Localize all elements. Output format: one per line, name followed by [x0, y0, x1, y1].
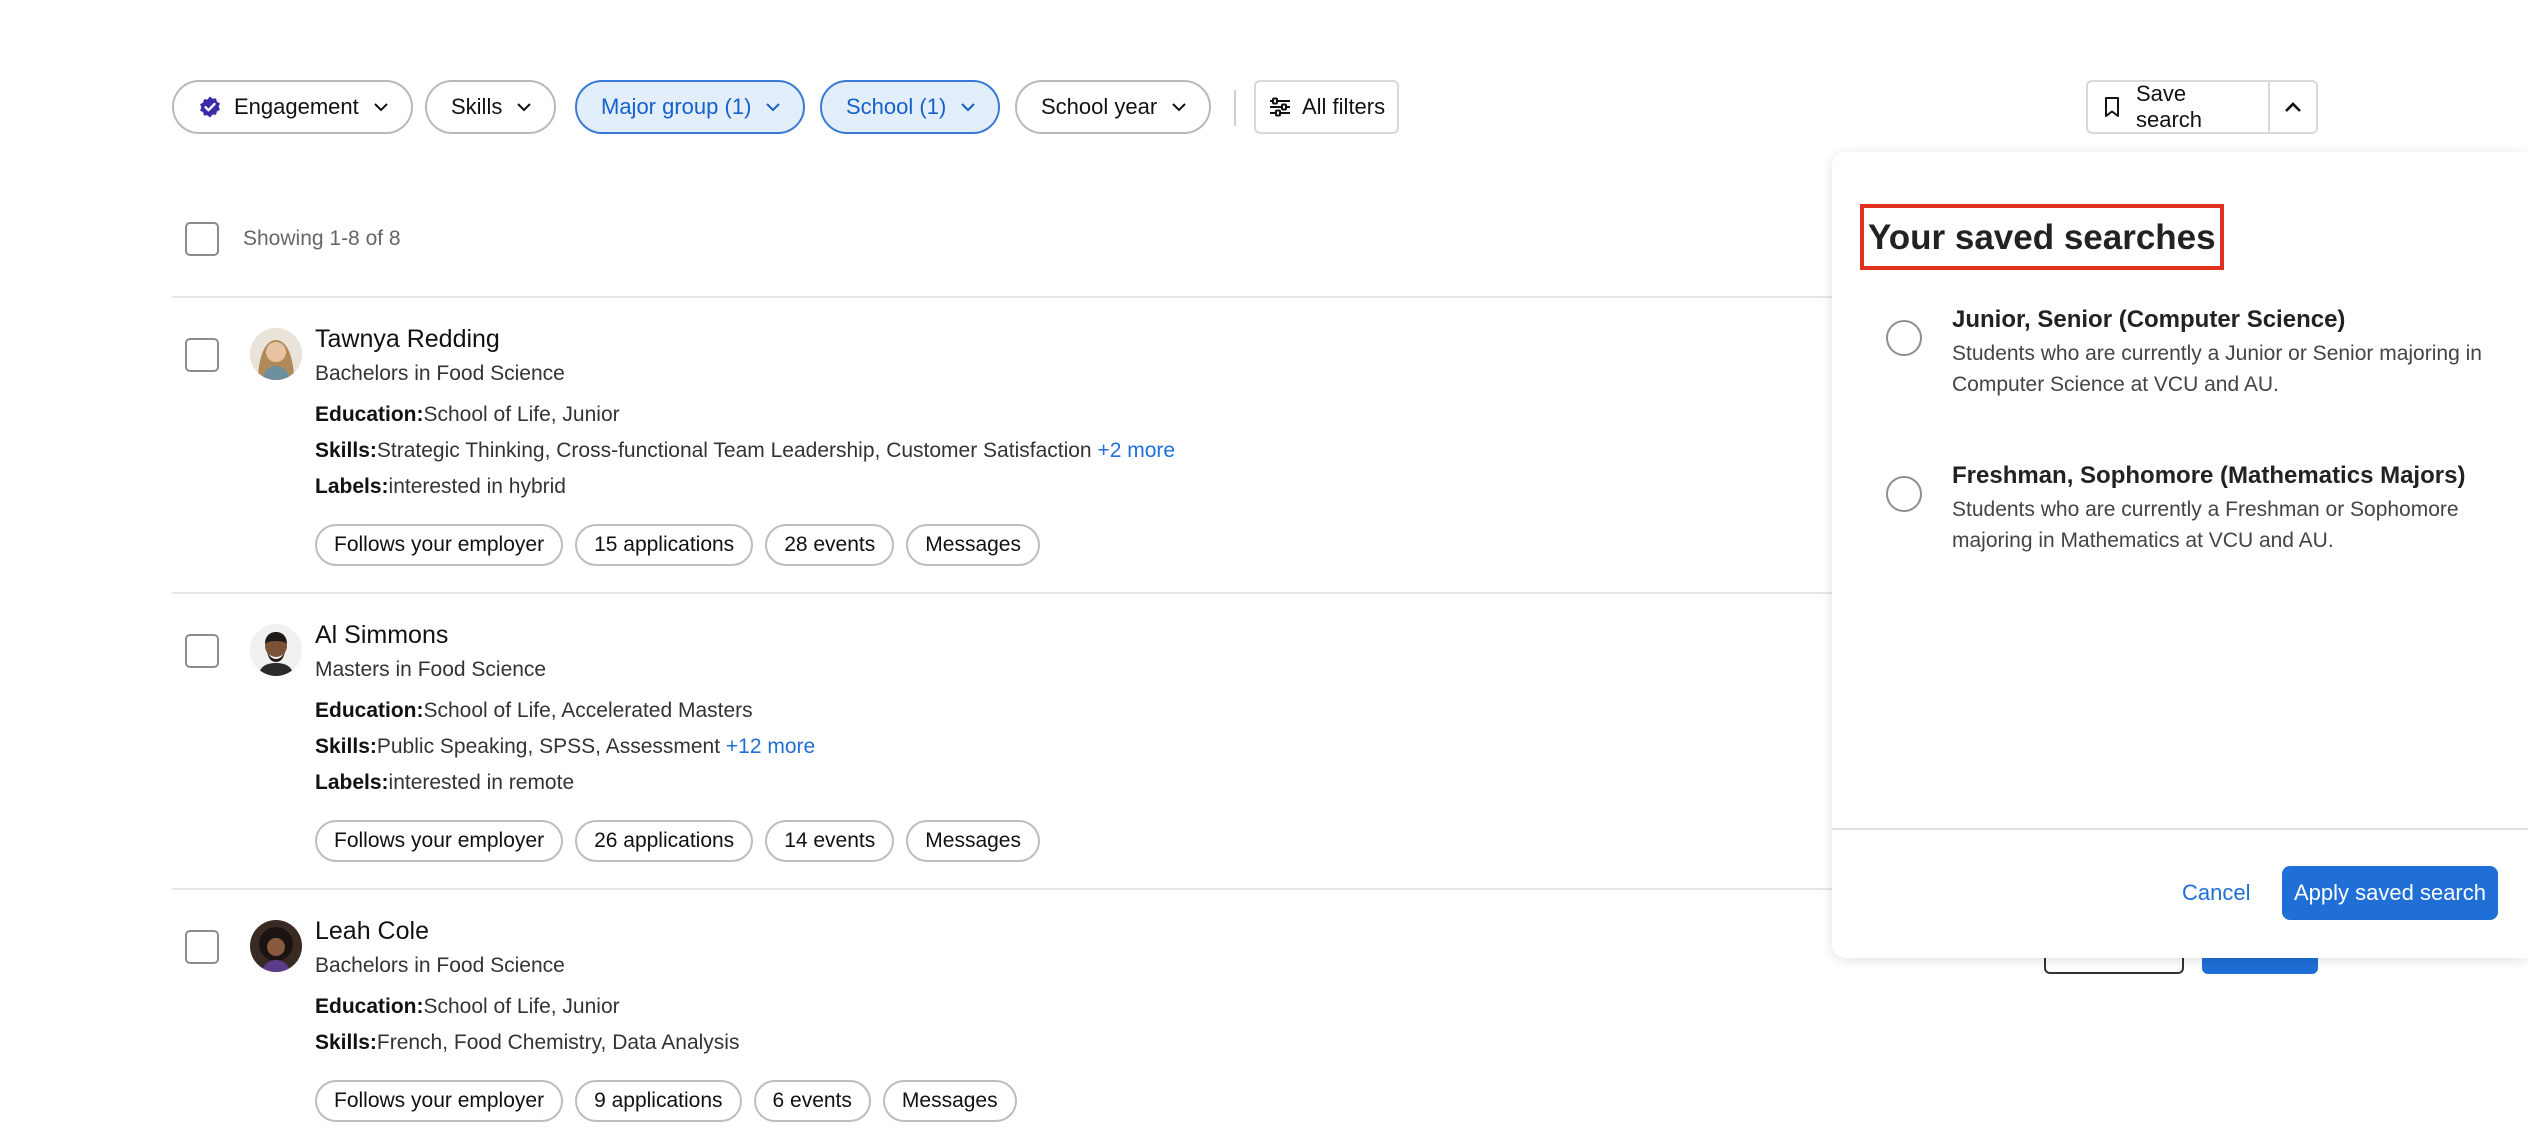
- skills-label: Skills:: [315, 1031, 377, 1054]
- verified-badge-icon: [198, 95, 222, 119]
- labels-line: Labels:interested in hybrid: [315, 475, 566, 499]
- engagement-filter-label: Engagement: [234, 94, 359, 119]
- panel-divider: [1832, 828, 2528, 830]
- messages-tag[interactable]: Messages: [906, 524, 1040, 566]
- saved-search-description: Students who are currently a Junior or S…: [1952, 342, 2482, 396]
- events-tag[interactable]: 6 events: [753, 1080, 871, 1122]
- more-skills-link[interactable]: +2 more: [1097, 439, 1175, 462]
- chevron-up-icon: [2281, 95, 2305, 119]
- chevron-down-icon: [371, 97, 391, 117]
- applications-tag[interactable]: 15 applications: [575, 524, 754, 566]
- divider: [172, 888, 1832, 890]
- education-value: School of Life, Junior: [423, 995, 620, 1018]
- chevron-down-icon: [1169, 97, 1189, 117]
- save-search-button-group: Save search: [2086, 80, 2318, 134]
- education-line: Education:School of Life, Accelerated Ma…: [315, 699, 753, 723]
- applications-tag[interactable]: 9 applications: [575, 1080, 742, 1122]
- school-year-filter-label: School year: [1041, 94, 1158, 119]
- student-degree: Bachelors in Food Science: [315, 362, 565, 385]
- student-name[interactable]: Al Simmons: [315, 621, 448, 650]
- education-line: Education:School of Life, Junior: [315, 995, 620, 1019]
- saved-search-radio[interactable]: [1886, 320, 1922, 356]
- skills-filter-label: Skills: [451, 94, 503, 119]
- education-value: School of Life, Accelerated Masters: [423, 699, 753, 722]
- school-filter-label: School (1): [846, 94, 947, 119]
- chevron-down-icon: [514, 97, 534, 117]
- chevron-down-icon: [763, 97, 783, 117]
- skills-label: Skills:: [315, 735, 377, 758]
- more-skills-link[interactable]: +12 more: [726, 735, 815, 758]
- cancel-button[interactable]: Cancel: [2182, 880, 2250, 906]
- student-degree: Bachelors in Food Science: [315, 954, 565, 977]
- student-checkbox[interactable]: [185, 634, 219, 668]
- all-filters-button[interactable]: All filters: [1254, 80, 1400, 134]
- skills-line: Skills:Public Speaking, SPSS, Assessment…: [315, 735, 815, 759]
- skills-value: Strategic Thinking, Cross-functional Tea…: [376, 439, 1092, 462]
- tag-row: Follows your employer 15 applications 28…: [315, 524, 1040, 566]
- engagement-filter[interactable]: Engagement: [172, 80, 413, 134]
- student-name[interactable]: Leah Cole: [315, 917, 429, 946]
- skills-value: French, Food Chemistry, Data Analysis: [376, 1031, 740, 1054]
- applications-tag[interactable]: 26 applications: [575, 820, 754, 862]
- save-search-toggle[interactable]: [2268, 82, 2316, 132]
- major-group-filter[interactable]: Major group (1): [575, 80, 806, 134]
- avatar[interactable]: [250, 624, 302, 676]
- tag-row: Follows your employer 26 applications 14…: [315, 820, 1040, 862]
- saved-searches-panel: Your saved searches Junior, Senior (Comp…: [1832, 152, 2528, 958]
- sliders-icon: [1268, 95, 1292, 119]
- saved-search-radio[interactable]: [1886, 476, 1922, 512]
- bookmark-icon: [2102, 95, 2122, 119]
- divider: [172, 296, 1832, 298]
- avatar[interactable]: [250, 920, 302, 972]
- student-checkbox[interactable]: [185, 338, 219, 372]
- follows-tag[interactable]: Follows your employer: [315, 524, 564, 566]
- save-search-label: Save search: [2136, 81, 2203, 132]
- chevron-down-icon: [958, 97, 978, 117]
- skills-filter[interactable]: Skills: [425, 80, 557, 134]
- events-tag[interactable]: 14 events: [765, 820, 895, 862]
- student-degree: Masters in Food Science: [315, 658, 547, 681]
- saved-search-description: Students who are currently a Freshman or…: [1952, 498, 2459, 552]
- all-filters-label: All filters: [1302, 94, 1386, 119]
- labels-value: interested in remote: [388, 771, 575, 794]
- labels-label: Labels:: [315, 771, 389, 794]
- select-all-checkbox[interactable]: [185, 222, 219, 256]
- events-tag[interactable]: 28 events: [765, 524, 895, 566]
- skills-label: Skills:: [315, 439, 377, 462]
- filter-divider: [1234, 90, 1236, 126]
- follows-tag[interactable]: Follows your employer: [315, 820, 564, 862]
- messages-tag[interactable]: Messages: [906, 820, 1040, 862]
- education-label: Education:: [315, 403, 424, 426]
- saved-search-title[interactable]: Junior, Senior (Computer Science): [1952, 306, 2345, 334]
- labels-line: Labels:interested in remote: [315, 771, 574, 795]
- saved-search-title[interactable]: Freshman, Sophomore (Mathematics Majors): [1952, 462, 2465, 490]
- divider: [172, 592, 1832, 594]
- follows-tag[interactable]: Follows your employer: [315, 1080, 564, 1122]
- student-name[interactable]: Tawnya Redding: [315, 325, 500, 354]
- labels-label: Labels:: [315, 475, 389, 498]
- labels-value: interested in hybrid: [388, 475, 566, 498]
- student-checkbox[interactable]: [185, 930, 219, 964]
- skills-line: Skills:Strategic Thinking, Cross-functio…: [315, 439, 1175, 463]
- messages-tag[interactable]: Messages: [882, 1080, 1017, 1122]
- school-year-filter[interactable]: School year: [1015, 80, 1212, 134]
- education-label: Education:: [315, 699, 424, 722]
- results-count: Showing 1-8 of 8: [243, 227, 401, 250]
- tag-row: Follows your employer 9 applications 6 e…: [315, 1080, 1017, 1122]
- skills-value: Public Speaking, SPSS, Assessment: [376, 735, 721, 758]
- education-value: School of Life, Junior: [423, 403, 620, 426]
- save-search-button[interactable]: Save search: [2088, 81, 2268, 132]
- avatar[interactable]: [250, 328, 302, 380]
- skills-line: Skills:French, Food Chemistry, Data Anal…: [315, 1031, 739, 1055]
- school-filter[interactable]: School (1): [820, 80, 1001, 134]
- major-group-filter-label: Major group (1): [601, 94, 752, 119]
- panel-title: Your saved searches: [1860, 204, 2224, 270]
- education-line: Education:School of Life, Junior: [315, 403, 620, 427]
- apply-saved-search-button[interactable]: Apply saved search: [2282, 866, 2498, 920]
- education-label: Education:: [315, 995, 424, 1018]
